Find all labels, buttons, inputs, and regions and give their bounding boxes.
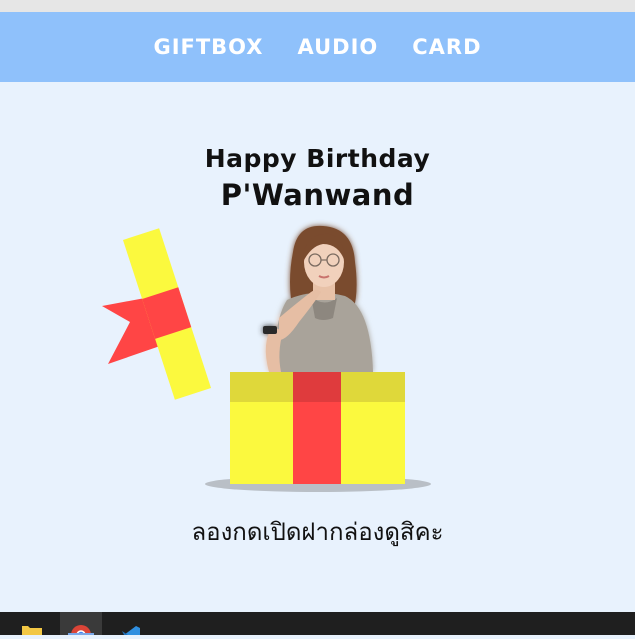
giftbox[interactable] [230,372,405,484]
main-content: Happy Birthday P'Wanwand ลองกดเปิดฝากล่อ… [0,82,635,612]
folder-icon [22,626,42,635]
nav-giftbox[interactable]: GIFTBOX [153,35,263,59]
taskbar-chrome-button[interactable] [60,612,102,639]
top-navbar: GIFTBOX AUDIO CARD [0,12,635,82]
greeting-title: Happy Birthday [204,144,431,173]
taskbar-vscode-button[interactable] [110,612,152,635]
chrome-icon [71,625,91,639]
greeting-name: P'Wanwand [220,178,415,212]
open-lid-hint: ลองกดเปิดฝากล่องดูสิคะ [191,518,444,546]
nav-card[interactable]: CARD [412,35,481,59]
giftbox-ribbon-rim [293,372,341,402]
os-taskbar [0,612,635,639]
vscode-icon [122,626,140,635]
window-top-strip [0,0,635,12]
person-photo [263,225,373,372]
nav-audio[interactable]: AUDIO [297,35,378,59]
taskbar-folder-button[interactable] [12,612,54,635]
